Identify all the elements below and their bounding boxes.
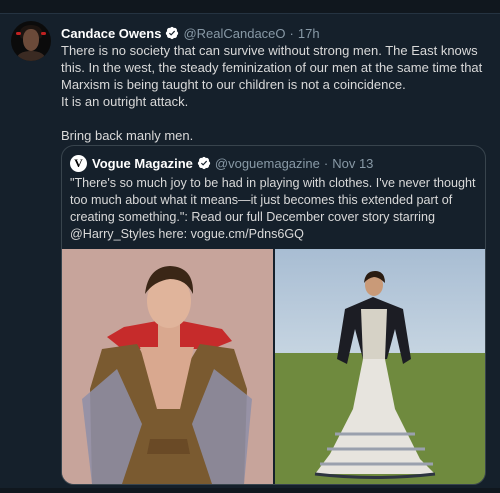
quoted-handle[interactable]: @voguemagazine bbox=[215, 156, 320, 171]
quoted-header: V Vogue Magazine @voguemagazine · Nov 13 bbox=[70, 154, 373, 172]
author-handle[interactable]: @RealCandaceO bbox=[183, 26, 285, 41]
separator-dot: · bbox=[289, 25, 294, 41]
bottom-edge bbox=[0, 488, 500, 493]
tweet-header: Candace Owens @RealCandaceO · 17h bbox=[61, 24, 320, 42]
quoted-tweet[interactable]: V Vogue Magazine @voguemagazine · Nov 13… bbox=[61, 145, 486, 485]
vogue-logo-icon: V bbox=[70, 154, 87, 172]
timestamp[interactable]: 17h bbox=[298, 26, 320, 41]
photo-left[interactable] bbox=[62, 249, 273, 484]
tweet-line: Bring back manly men. bbox=[61, 128, 194, 143]
divider bbox=[0, 13, 500, 14]
top-edge bbox=[0, 0, 500, 13]
separator-dot: · bbox=[323, 155, 329, 171]
author-name[interactable]: Candace Owens bbox=[61, 26, 161, 41]
quoted-author-name[interactable]: Vogue Magazine bbox=[92, 156, 193, 171]
verified-badge-icon bbox=[197, 156, 211, 170]
photo-right[interactable] bbox=[275, 249, 485, 484]
tweet-line: It is an outright attack. bbox=[61, 94, 189, 109]
quoted-text: "There's so much joy to be had in playin… bbox=[70, 176, 476, 241]
tweet-body: There is no society that can survive wit… bbox=[61, 42, 486, 144]
quoted-date[interactable]: Nov 13 bbox=[332, 156, 373, 171]
avatar[interactable] bbox=[11, 21, 51, 61]
verified-badge-icon bbox=[166, 26, 179, 40]
media-grid bbox=[62, 249, 485, 484]
tweet-line: There is no society that can survive wit… bbox=[61, 43, 483, 92]
